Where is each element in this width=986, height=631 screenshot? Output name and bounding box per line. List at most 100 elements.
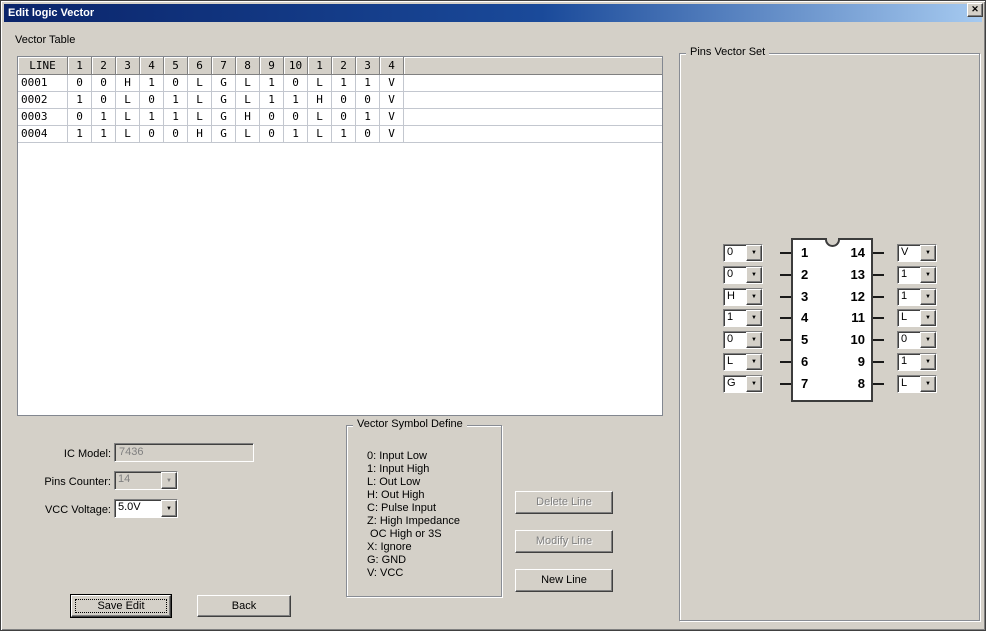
vector-value-cell: 1 xyxy=(164,109,188,126)
dropdown-arrow-icon[interactable]: ▼ xyxy=(746,266,762,283)
vector-value-cell: 1 xyxy=(332,75,356,92)
vector-value-cell: 0 xyxy=(164,75,188,92)
pin-value: 1 xyxy=(901,289,908,302)
vector-value-cell: L xyxy=(308,126,332,143)
dropdown-arrow-icon[interactable]: ▼ xyxy=(746,354,762,370)
close-button[interactable]: ✕ xyxy=(967,3,983,17)
dropdown-arrow-icon[interactable]: ▼ xyxy=(746,332,762,349)
column-header[interactable]: 1 xyxy=(68,57,92,75)
pin-lead xyxy=(780,382,791,385)
dropdown-arrow-icon[interactable]: ▼ xyxy=(746,245,762,261)
column-header[interactable]: 1 xyxy=(308,57,332,75)
vcc-voltage-combo[interactable]: 5.0V ▼ xyxy=(114,499,178,518)
pin-value-combo[interactable]: 1 ▼ xyxy=(897,287,937,306)
pin-value: 1 xyxy=(727,311,734,324)
pin-value-combo[interactable]: G ▼ xyxy=(723,374,763,393)
line-number-cell: 0001 xyxy=(18,75,68,92)
pin-value-combo[interactable]: 1 ▼ xyxy=(897,353,937,371)
pin-number: 5 xyxy=(801,332,809,348)
column-header[interactable]: 3 xyxy=(356,57,380,75)
column-header[interactable]: 6 xyxy=(188,57,212,75)
dropdown-arrow-icon[interactable]: ▼ xyxy=(920,288,936,305)
dropdown-arrow-icon[interactable]: ▼ xyxy=(920,354,936,370)
vector-value-cell: L xyxy=(308,109,332,126)
pin-value-combo[interactable]: 0 ▼ xyxy=(723,331,763,350)
pin-number: 6 xyxy=(801,354,809,369)
symbol-define-line: L: Out Low xyxy=(367,476,421,488)
pin-value-combo[interactable]: 0 ▼ xyxy=(897,331,937,350)
symbol-define-line: 1: Input High xyxy=(367,463,430,475)
back-button[interactable]: Back xyxy=(197,595,291,617)
pin-value-combo[interactable]: H ▼ xyxy=(723,287,763,306)
column-header[interactable]: 5 xyxy=(164,57,188,75)
new-line-button[interactable]: New Line xyxy=(515,569,613,592)
vector-value-cell: 1 xyxy=(92,109,116,126)
line-number-cell: 0003 xyxy=(18,109,68,126)
vector-value-cell: H xyxy=(236,109,260,126)
symbol-define-line: Z: High Impedance xyxy=(367,515,460,527)
pin-value-combo[interactable]: L ▼ xyxy=(897,374,937,393)
pin-value-combo[interactable]: V ▼ xyxy=(897,244,937,262)
dropdown-arrow-icon[interactable]: ▼ xyxy=(920,245,936,261)
pin-value-combo[interactable]: 0 ▼ xyxy=(723,265,763,284)
modify-line-button[interactable]: Modify Line xyxy=(515,530,613,553)
vector-value-cell: 1 xyxy=(356,75,380,92)
window-title: Edit logic Vector xyxy=(8,7,95,19)
column-header[interactable]: 2 xyxy=(332,57,356,75)
titlebar[interactable]: Edit logic Vector xyxy=(4,4,982,22)
symbol-define-line: G: GND xyxy=(367,554,407,566)
vector-symbol-define-group: Vector Symbol Define 0: Input Low 1: Inpu… xyxy=(346,418,502,597)
table-row[interactable]: 0004 1 1 L 0 0 H G L 0 1 L 1 0 V xyxy=(18,126,662,143)
table-row[interactable]: 0001 0 0 H 1 0 L G L 1 0 L 1 1 V xyxy=(18,75,662,92)
line-number-cell: 0004 xyxy=(18,126,68,143)
column-header[interactable]: 2 xyxy=(92,57,116,75)
vector-value-cell: G xyxy=(212,92,236,109)
pin-value-combo[interactable]: L ▼ xyxy=(897,309,937,328)
ic-model-field[interactable]: 7436 xyxy=(114,443,254,462)
column-header[interactable]: 8 xyxy=(236,57,260,75)
dropdown-arrow-icon[interactable]: ▼ xyxy=(746,310,762,327)
column-header[interactable]: LINE xyxy=(18,57,68,75)
vector-symbol-define-label: Vector Symbol Define xyxy=(353,418,467,430)
delete-line-button[interactable]: Delete Line xyxy=(515,491,613,514)
dropdown-arrow-icon[interactable]: ▼ xyxy=(920,266,936,283)
vcc-voltage-value: 5.0V xyxy=(118,501,141,513)
column-header[interactable]: 4 xyxy=(140,57,164,75)
column-header[interactable]: 10 xyxy=(284,57,308,75)
dropdown-arrow-icon[interactable]: ▼ xyxy=(746,288,762,305)
vector-table[interactable]: LINE 1 2 3 4 5 6 7 8 9 10 1 2 3 4 0001 0 0 H 1 0 L G L 1 0 L 1 1 V 00… xyxy=(17,56,663,416)
vector-table-label: Vector Table xyxy=(15,34,76,46)
pins-counter-combo[interactable]: 14 ▼ xyxy=(114,471,178,490)
save-edit-button[interactable]: Save Edit xyxy=(71,595,171,617)
pin-value-combo[interactable]: 1 ▼ xyxy=(723,309,763,328)
line-number-cell: 0002 xyxy=(18,92,68,109)
vector-value-cell: H xyxy=(116,75,140,92)
dropdown-arrow-icon[interactable]: ▼ xyxy=(161,500,177,517)
pin-number: 4 xyxy=(801,310,809,326)
dropdown-arrow-icon[interactable]: ▼ xyxy=(161,472,177,489)
pin-value: H xyxy=(727,289,735,302)
close-icon: ✕ xyxy=(971,4,979,14)
row-filler xyxy=(404,92,662,109)
symbol-define-lines: 0: Input Low 1: Input High L: Out Low H: Ou… xyxy=(367,450,460,580)
dropdown-arrow-icon[interactable]: ▼ xyxy=(920,332,936,349)
pin-value: G xyxy=(727,376,736,389)
vector-value-cell: 1 xyxy=(332,126,356,143)
pin-value-combo[interactable]: L ▼ xyxy=(723,353,763,371)
vector-value-cell: 0 xyxy=(284,75,308,92)
column-header[interactable]: 3 xyxy=(116,57,140,75)
pin-value-combo[interactable]: 0 ▼ xyxy=(723,244,763,262)
pin-value: V xyxy=(901,246,909,258)
table-row[interactable]: 0003 0 1 L 1 1 L G H 0 0 L 0 1 V xyxy=(18,109,662,126)
column-header[interactable]: 9 xyxy=(260,57,284,75)
vector-value-cell: 0 xyxy=(68,109,92,126)
column-header[interactable]: 7 xyxy=(212,57,236,75)
pin-number: 3 xyxy=(801,288,809,304)
dropdown-arrow-icon[interactable]: ▼ xyxy=(920,310,936,327)
pin-value-combo[interactable]: 1 ▼ xyxy=(897,265,937,284)
dropdown-arrow-icon[interactable]: ▼ xyxy=(746,375,762,392)
column-header[interactable]: 4 xyxy=(380,57,404,75)
table-row[interactable]: 0002 1 0 L 0 1 L G L 1 1 H 0 0 V xyxy=(18,92,662,109)
dropdown-arrow-icon[interactable]: ▼ xyxy=(920,375,936,392)
pin-number: 9 xyxy=(857,354,865,369)
